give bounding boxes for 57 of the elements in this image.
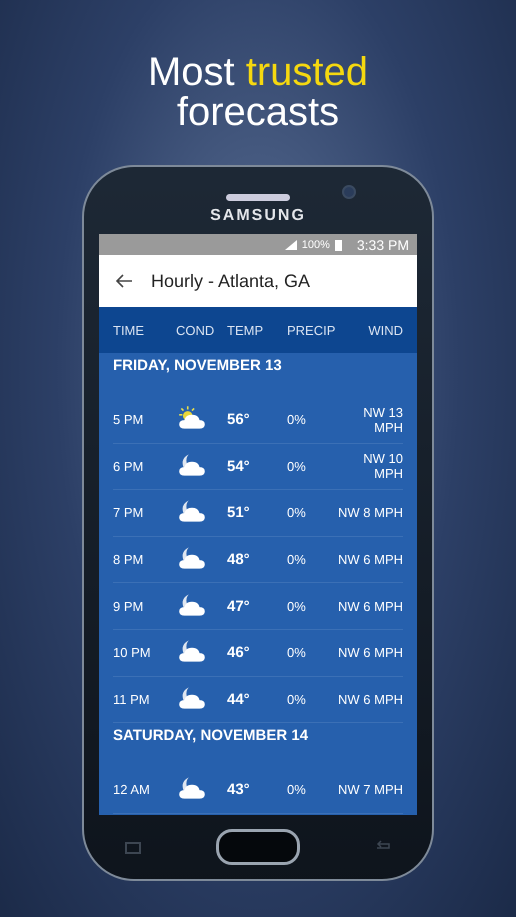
sun-cloud-icon bbox=[176, 405, 208, 432]
column-header: PRECIP bbox=[287, 322, 336, 338]
home-button[interactable] bbox=[216, 829, 300, 865]
moon-cloud-icon bbox=[176, 684, 208, 711]
temperature: 54° bbox=[227, 458, 251, 475]
precipitation: 0% bbox=[287, 692, 307, 707]
precipitation: 0% bbox=[287, 412, 307, 428]
signal-icon bbox=[284, 240, 297, 250]
precipitation: 0% bbox=[287, 782, 307, 798]
hour-time: 12 AM bbox=[113, 782, 151, 798]
day-heading: FRIDAY, NOVEMBER 13 bbox=[113, 357, 282, 374]
wind-speed: NW 6 MPH bbox=[338, 645, 403, 660]
column-header: TEMP bbox=[227, 322, 264, 338]
hour-time: 11 PM bbox=[113, 692, 151, 707]
wind-speed: NW 13 MPH bbox=[362, 404, 403, 435]
moon-cloud-icon bbox=[176, 452, 208, 478]
hour-time: 7 PM bbox=[113, 505, 144, 520]
moon-cloud-icon bbox=[176, 545, 208, 572]
camera-lens bbox=[342, 185, 356, 199]
wind-speed: NW 6 MPH bbox=[338, 598, 403, 614]
moon-cloud-icon bbox=[176, 638, 208, 664]
day-heading: SATURDAY, NOVEMBER 14 bbox=[113, 727, 308, 744]
column-header: TIME bbox=[113, 322, 146, 338]
temperature: 44° bbox=[227, 690, 251, 708]
moon-cloud-icon bbox=[176, 775, 208, 802]
battery-icon bbox=[334, 238, 342, 250]
back-arrow-icon[interactable] bbox=[115, 274, 133, 288]
temperature: 56° bbox=[227, 411, 251, 428]
wind-speed: NW 6 MPH bbox=[338, 552, 403, 568]
hour-time: 9 PM bbox=[113, 598, 144, 614]
hour-time: 8 PM bbox=[113, 552, 144, 568]
speaker-grille bbox=[226, 194, 290, 201]
status-time: 3:33 PM bbox=[356, 236, 409, 252]
moon-cloud-icon bbox=[176, 592, 208, 618]
phone-brand: SAMSUNG bbox=[210, 207, 306, 225]
temperature: 47° bbox=[227, 598, 251, 615]
column-header: COND bbox=[176, 322, 216, 338]
screen-title: Hourly - Atlanta, GA bbox=[151, 270, 310, 292]
precipitation: 0% bbox=[287, 552, 307, 568]
wind-speed: NW 6 MPH bbox=[338, 692, 403, 707]
precipitation: 0% bbox=[287, 458, 307, 474]
precipitation: 0% bbox=[287, 505, 307, 520]
moon-cloud-icon bbox=[176, 498, 208, 524]
temperature: 51° bbox=[227, 504, 251, 522]
column-header: WIND bbox=[368, 322, 403, 338]
wind-speed: NW 10 MPH bbox=[362, 451, 403, 482]
hour-time: 10 PM bbox=[113, 645, 152, 660]
hour-time: 5 PM bbox=[113, 412, 144, 428]
hour-time: 6 PM bbox=[113, 458, 144, 474]
wind-speed: NW 7 MPH bbox=[338, 782, 403, 798]
precipitation: 0% bbox=[287, 598, 307, 614]
wind-speed: NW 8 MPH bbox=[338, 505, 403, 520]
temperature: 48° bbox=[227, 551, 251, 568]
temperature: 43° bbox=[227, 781, 251, 798]
battery-level: 100% bbox=[302, 238, 330, 250]
precipitation: 0% bbox=[287, 645, 307, 660]
temperature: 46° bbox=[227, 644, 251, 662]
